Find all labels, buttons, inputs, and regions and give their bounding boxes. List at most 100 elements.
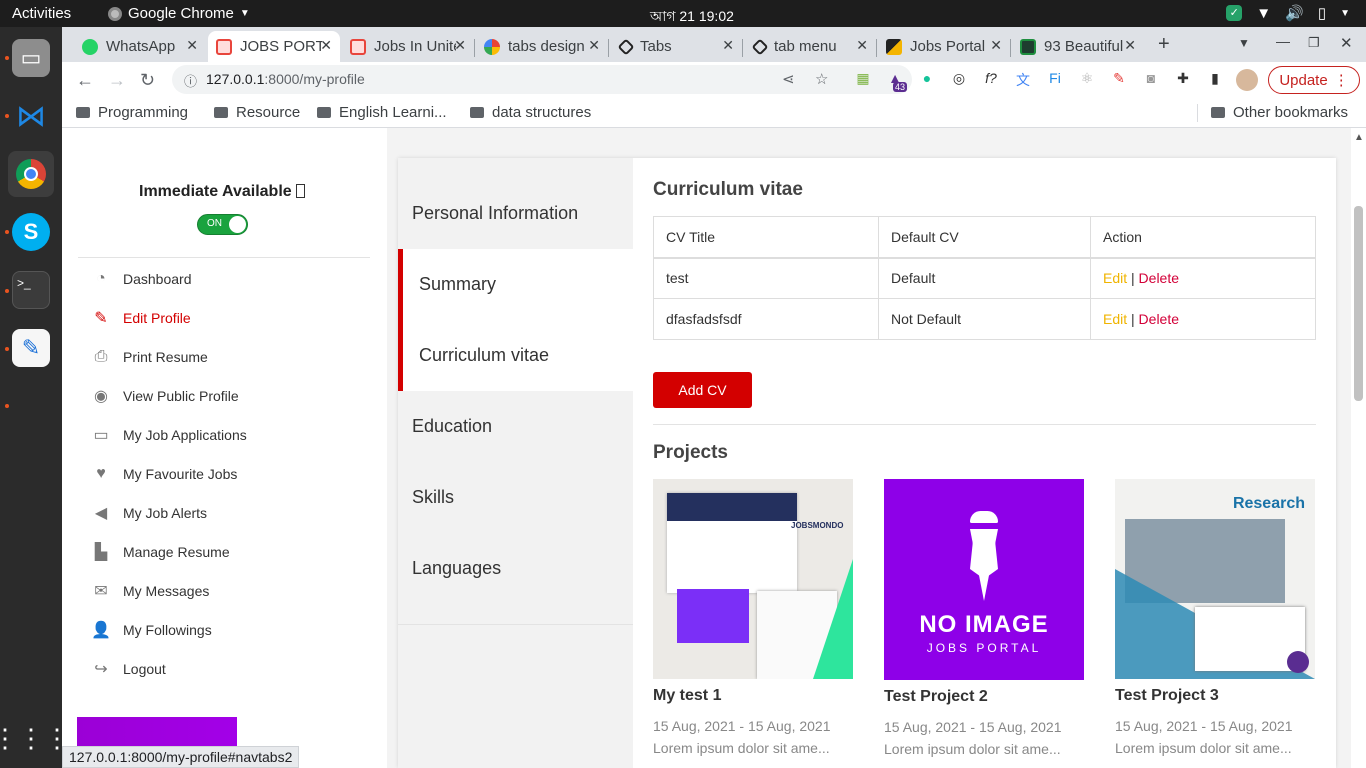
bookmark-star-icon[interactable]: ☆ <box>815 70 828 88</box>
app-grid-icon[interactable]: ⋮⋮⋮ <box>0 719 70 757</box>
delete-link[interactable]: Delete <box>1139 311 1179 327</box>
screenshot-icon[interactable]: ◙ <box>1141 70 1161 90</box>
project-description: Lorem ipsum dolor sit ame... <box>653 740 830 756</box>
bookmark-folder[interactable]: Programming <box>76 104 188 121</box>
close-icon[interactable]: ✕ <box>186 37 198 54</box>
sidepanel-icon[interactable]: ▮ <box>1205 70 1225 90</box>
maximize-icon[interactable]: ❐ <box>1308 35 1320 51</box>
menu-print-resume[interactable]: ⎙ Print Resume <box>90 345 208 369</box>
availability-toggle[interactable]: ON <box>197 214 248 235</box>
tab-whatsapp[interactable]: WhatsApp ✕ <box>74 31 206 62</box>
address-bar[interactable]: ⓘ 127.0.0.1:8000/my-profile ⋖ ☆ <box>172 65 912 94</box>
forward-arrow-icon[interactable]: → <box>108 70 126 91</box>
chevron-down-icon: ▼ <box>1340 7 1350 19</box>
menu-edit-profile[interactable]: ✎ Edit Profile <box>90 306 190 330</box>
project-card: JOBSMONDO My test 1 15 Aug, 2021 - 15 Au… <box>653 479 853 756</box>
vscode-icon[interactable]: ⋈ <box>12 97 50 135</box>
menu-messages[interactable]: ✉ My Messages <box>90 579 209 603</box>
bookmark-folder[interactable]: Resource <box>214 104 300 121</box>
minimize-icon[interactable]: — <box>1276 33 1290 49</box>
edit-link[interactable]: Edit <box>1103 311 1127 327</box>
function-icon[interactable]: f? <box>981 70 1001 90</box>
extension-sheets-icon[interactable]: ▦ <box>853 70 873 90</box>
tab-tabs[interactable]: Tabs ✕ <box>610 31 742 62</box>
add-cv-button[interactable]: Add CV <box>653 372 752 408</box>
update-shield-icon: ✓ <box>1226 5 1243 21</box>
edit-link[interactable]: Edit <box>1103 270 1127 286</box>
back-arrow-icon[interactable]: ← <box>76 70 94 91</box>
activities-button[interactable]: Activities <box>12 5 71 22</box>
tab-jobs-portal[interactable]: JOBS PORTAL ✕ <box>208 31 340 62</box>
menu-logout[interactable]: ↪ Logout <box>90 657 166 681</box>
skype-icon[interactable]: S <box>12 213 50 251</box>
tab-education[interactable]: Education <box>398 391 633 462</box>
grammarly-icon[interactable]: ● <box>917 70 937 90</box>
tab-search-icon[interactable]: ▼ <box>1238 36 1250 50</box>
window-close-icon[interactable]: ✕ <box>1340 34 1353 52</box>
puzzle-icon[interactable]: ✚ <box>1173 70 1193 90</box>
availability-label: Immediate Available <box>139 183 306 201</box>
menu-followings[interactable]: 👤 My Followings <box>90 618 212 642</box>
reload-icon[interactable]: ↻ <box>140 70 155 91</box>
menu-manage-resume[interactable]: ▙ Manage Resume <box>90 540 230 564</box>
tab-tab-menu[interactable]: tab menu ✕ <box>744 31 876 62</box>
delete-link[interactable]: Delete <box>1139 270 1179 286</box>
tab-93-beautiful[interactable]: 93 Beautiful ✕ <box>1012 31 1144 62</box>
extension-eyedropper-icon[interactable]: ✎ <box>1109 70 1129 90</box>
close-icon[interactable]: ✕ <box>1124 37 1136 54</box>
close-icon[interactable]: ✕ <box>454 37 466 54</box>
page-scrollbar[interactable]: ▲ <box>1351 128 1366 768</box>
scrollbar-thumb[interactable] <box>1354 206 1363 401</box>
menu-label: My Job Alerts <box>123 505 208 521</box>
other-bookmarks[interactable]: Other bookmarks <box>1211 104 1348 121</box>
tab-jobs-portal-2[interactable]: Jobs Portal ✕ <box>878 31 1010 62</box>
system-tray[interactable]: ✓ ▼ 🔊 ▯ ▼ <box>1226 4 1350 22</box>
tab-languages[interactable]: Languages <box>398 533 633 604</box>
menu-label: My Job Applications <box>123 427 247 443</box>
battery-icon: ▯ <box>1317 5 1327 22</box>
menu-job-applications[interactable]: ▭ My Job Applications <box>90 423 247 447</box>
tab-tabs-design[interactable]: tabs design ✕ <box>476 31 608 62</box>
close-icon[interactable]: ✕ <box>320 37 332 54</box>
tab-personal-information[interactable]: Personal Information <box>398 178 633 249</box>
bookmark-folder[interactable]: data structures <box>470 104 591 121</box>
extension-camera-icon[interactable]: ◎ <box>949 70 969 90</box>
scroll-up-arrow-icon[interactable]: ▲ <box>1354 132 1364 143</box>
bookmark-folder[interactable]: English Learni... <box>317 104 447 121</box>
tab-curriculum-vitae[interactable]: Curriculum vitae <box>398 320 633 391</box>
project-name[interactable]: Test Project 3 <box>1115 687 1315 705</box>
close-icon[interactable]: ✕ <box>588 37 600 54</box>
chrome-icon[interactable] <box>8 151 54 197</box>
project-thumbnail[interactable]: NO IMAGE JOBS PORTAL <box>884 479 1084 680</box>
translate-icon[interactable]: 文 <box>1013 70 1033 90</box>
table-row: dfasfadsfsdf Not Default Edit | Delete <box>653 298 1316 340</box>
close-icon[interactable]: ✕ <box>722 37 734 54</box>
terminal-icon[interactable]: >_ <box>12 271 50 309</box>
tab-skills[interactable]: Skills <box>398 462 633 533</box>
menu-view-public-profile[interactable]: ◉ View Public Profile <box>90 384 239 408</box>
project-name[interactable]: Test Project 2 <box>884 688 1084 706</box>
avatar[interactable] <box>1236 69 1258 91</box>
menu-label: My Messages <box>123 583 210 599</box>
files-icon[interactable]: ▭ <box>12 39 50 77</box>
info-icon[interactable]: ⓘ <box>184 71 197 90</box>
close-icon[interactable]: ✕ <box>856 37 868 54</box>
menu-dashboard[interactable]: ◔ Dashboard <box>90 267 191 291</box>
extension-fi-icon[interactable]: Fi <box>1045 70 1065 90</box>
text-editor-icon[interactable]: ✎ <box>12 329 50 367</box>
app-menu[interactable]: Google Chrome ▼ <box>108 5 250 22</box>
project-name[interactable]: My test 1 <box>653 687 853 705</box>
update-button[interactable]: Update ⋮ <box>1268 66 1360 94</box>
project-thumbnail[interactable]: Research <box>1115 479 1315 679</box>
menu-job-alerts[interactable]: ◀ My Job Alerts <box>90 501 207 525</box>
close-icon[interactable]: ✕ <box>990 37 1002 54</box>
menu-favourite-jobs[interactable]: ♥ My Favourite Jobs <box>90 462 237 486</box>
react-icon[interactable]: ⚛ <box>1077 70 1097 90</box>
tab-jobs-in-united[interactable]: Jobs In United ✕ <box>342 31 474 62</box>
new-tab-icon[interactable]: + <box>1158 33 1170 56</box>
bookmark-label: Other bookmarks <box>1233 104 1349 121</box>
project-thumbnail[interactable]: JOBSMONDO <box>653 479 853 679</box>
share-icon[interactable]: ⋖ <box>782 70 795 88</box>
tab-summary[interactable]: Summary <box>398 249 633 320</box>
clock[interactable]: আগ 21 19:02 <box>650 5 734 29</box>
